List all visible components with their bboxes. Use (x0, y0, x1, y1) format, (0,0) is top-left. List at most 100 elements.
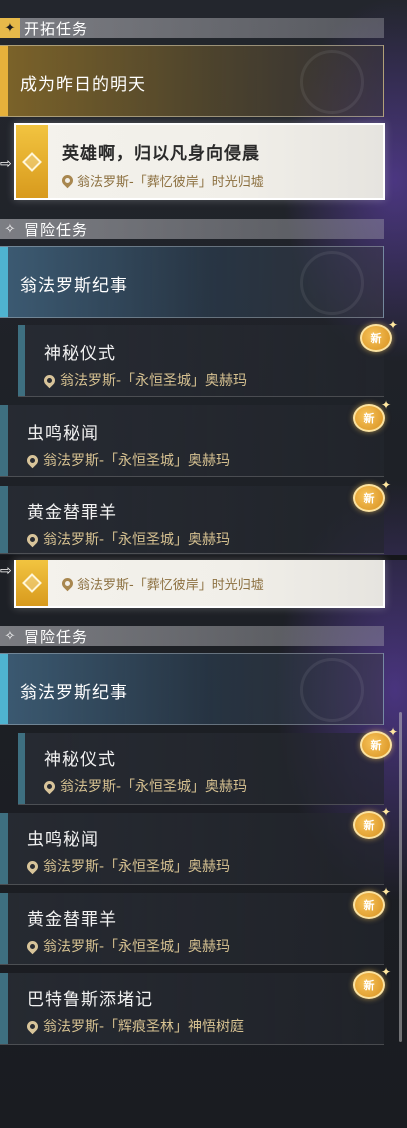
sparkle-icon: ✦ (387, 725, 398, 739)
active-quest-location: 翁法罗斯-「葬忆彼岸」时光归墟 (59, 574, 264, 593)
adventure-group-accent (0, 247, 8, 317)
pioneer-quest-icon: ✦ (0, 18, 20, 38)
adventure-group-row[interactable]: 翁法罗斯纪事 (0, 246, 384, 318)
new-badge-label: 新 (363, 899, 375, 912)
quest-location-text: 翁法罗斯-「永恒圣城」奥赫玛 (43, 859, 231, 875)
sparkle-icon: ✦ (380, 885, 391, 899)
new-badge-label: 新 (363, 819, 375, 832)
sparkle-icon: ✦ (380, 478, 391, 492)
active-quest-card[interactable]: 英雄啊，归以凡身向侵晨 翁法罗斯-「葬忆彼岸」时光归墟 (14, 123, 385, 200)
quest-accent (0, 973, 8, 1044)
quest-item[interactable]: 虫鸣秘闻 翁法罗斯-「永恒圣城」奥赫玛 (0, 405, 384, 477)
location-pin-icon (24, 452, 41, 468)
adventure-quest-icon: ✧ (4, 221, 16, 237)
quest-title: 黄金替罪羊 (27, 503, 117, 523)
emblem-watermark-icon (300, 658, 364, 722)
active-quest-card[interactable]: 翁法罗斯-「葬忆彼岸」时光归墟 (14, 560, 385, 608)
quest-location: 翁法罗斯-「永恒圣城」奥赫玛 (24, 936, 231, 956)
quest-location-text: 翁法罗斯-「永恒圣城」奥赫玛 (43, 532, 231, 548)
adventure-section-header: ✧ 冒险任务 (0, 626, 384, 646)
active-quest-title: 英雄啊，归以凡身向侵晨 (62, 144, 260, 164)
new-badge-icon: 新 ✦ (360, 725, 398, 759)
adventure-quest-icon: ✧ (4, 628, 16, 644)
quest-accent (0, 405, 8, 476)
location-pin-icon (41, 778, 58, 794)
new-badge-label: 新 (370, 332, 382, 345)
location-pin-icon (24, 1018, 41, 1034)
quest-accent (18, 733, 25, 804)
new-badge-icon: 新 ✦ (360, 318, 398, 352)
location-pin-icon (59, 172, 76, 189)
emblem-watermark-icon (300, 251, 364, 315)
adventure-group-title: 翁法罗斯纪事 (20, 276, 128, 296)
track-arrow-icon: ⇨ (0, 563, 12, 579)
active-quest-location-text: 翁法罗斯-「葬忆彼岸」时光归墟 (77, 175, 264, 190)
quest-location: 翁法罗斯-「永恒圣城」奥赫玛 (24, 450, 231, 470)
pioneer-chapter-row[interactable]: 成为昨日的明天 (0, 45, 384, 117)
pioneer-section-header: ✦ 开拓任务 (0, 18, 384, 38)
quest-location-text: 翁法罗斯-「永恒圣城」奥赫玛 (60, 373, 248, 389)
new-badge-icon: 新 ✦ (353, 398, 391, 432)
quest-location-text: 翁法罗斯-「永恒圣城」奥赫玛 (43, 939, 231, 955)
pioneer-diamond-icon (22, 573, 42, 593)
new-badge-label: 新 (363, 492, 375, 505)
sparkle-icon: ✦ (380, 398, 391, 412)
sparkle-icon: ✦ (380, 965, 391, 979)
new-badge-icon: 新 ✦ (353, 478, 391, 512)
new-badge-icon: 新 ✦ (353, 885, 391, 919)
adventure-group-row[interactable]: 翁法罗斯纪事 (0, 653, 384, 725)
new-badge-icon: 新 ✦ (353, 805, 391, 839)
pioneer-diamond-icon (22, 151, 42, 172)
track-arrow-icon: ⇨ (0, 156, 12, 172)
sparkle-icon: ✦ (380, 805, 391, 819)
adventure-group-accent (0, 654, 8, 724)
quest-accent (0, 813, 8, 884)
quest-location-text: 翁法罗斯-「辉痕圣林」神悟树庭 (43, 1019, 245, 1035)
quest-title: 巴特鲁斯添堵记 (27, 990, 153, 1010)
adventure-group-title: 翁法罗斯纪事 (20, 683, 128, 703)
quest-accent (0, 486, 8, 553)
active-quest-emblem (16, 125, 48, 198)
quest-item[interactable]: 黄金替罪羊 翁法罗斯-「永恒圣城」奥赫玛 (0, 893, 384, 965)
quest-title: 黄金替罪羊 (27, 910, 117, 930)
quest-location: 翁法罗斯-「永恒圣城」奥赫玛 (41, 776, 248, 796)
pioneer-chapter-accent (0, 46, 8, 116)
location-pin-icon (41, 372, 58, 388)
quest-item[interactable]: 神秘仪式 翁法罗斯-「永恒圣城」奥赫玛 (18, 733, 384, 805)
active-quest-location-text: 翁法罗斯-「葬忆彼岸」时光归墟 (77, 578, 264, 593)
emblem-watermark-icon (300, 50, 364, 114)
sparkle-icon: ✦ (387, 318, 398, 332)
quest-title: 神秘仪式 (44, 750, 116, 770)
quest-accent (18, 325, 25, 396)
quest-location-text: 翁法罗斯-「永恒圣城」奥赫玛 (60, 779, 248, 795)
location-pin-icon (24, 938, 41, 954)
quest-item[interactable]: 巴特鲁斯添堵记 翁法罗斯-「辉痕圣林」神悟树庭 (0, 973, 384, 1045)
location-pin-icon (59, 575, 76, 592)
location-pin-icon (24, 531, 41, 547)
active-quest-emblem (16, 560, 48, 606)
new-badge-label: 新 (370, 739, 382, 752)
quest-title: 神秘仪式 (44, 344, 116, 364)
quest-location-text: 翁法罗斯-「永恒圣城」奥赫玛 (43, 453, 231, 469)
pioneer-chapter-title: 成为昨日的明天 (20, 75, 146, 95)
quest-title: 虫鸣秘闻 (27, 424, 99, 444)
quest-item[interactable]: 黄金替罪羊 翁法罗斯-「永恒圣城」奥赫玛 (0, 486, 384, 554)
quest-location: 翁法罗斯-「永恒圣城」奥赫玛 (24, 529, 231, 549)
adventure-section-header: ✧ 冒险任务 (0, 219, 384, 239)
quest-item[interactable]: 神秘仪式 翁法罗斯-「永恒圣城」奥赫玛 (18, 325, 384, 397)
scrollbar[interactable] (399, 712, 402, 1042)
quest-location: 翁法罗斯-「辉痕圣林」神悟树庭 (24, 1016, 245, 1036)
adventure-header-label: 冒险任务 (24, 220, 89, 239)
quest-location: 翁法罗斯-「永恒圣城」奥赫玛 (24, 856, 231, 876)
adventure-header-label: 冒险任务 (24, 627, 89, 646)
new-badge-icon: 新 ✦ (353, 965, 391, 999)
quest-accent (0, 893, 8, 964)
new-badge-label: 新 (363, 412, 375, 425)
active-quest-location: 翁法罗斯-「葬忆彼岸」时光归墟 (59, 171, 264, 190)
quest-item[interactable]: 虫鸣秘闻 翁法罗斯-「永恒圣城」奥赫玛 (0, 813, 384, 885)
pioneer-header-label: 开拓任务 (24, 19, 89, 38)
new-badge-label: 新 (363, 979, 375, 992)
quest-title: 虫鸣秘闻 (27, 830, 99, 850)
quest-location: 翁法罗斯-「永恒圣城」奥赫玛 (41, 370, 248, 390)
location-pin-icon (24, 858, 41, 874)
